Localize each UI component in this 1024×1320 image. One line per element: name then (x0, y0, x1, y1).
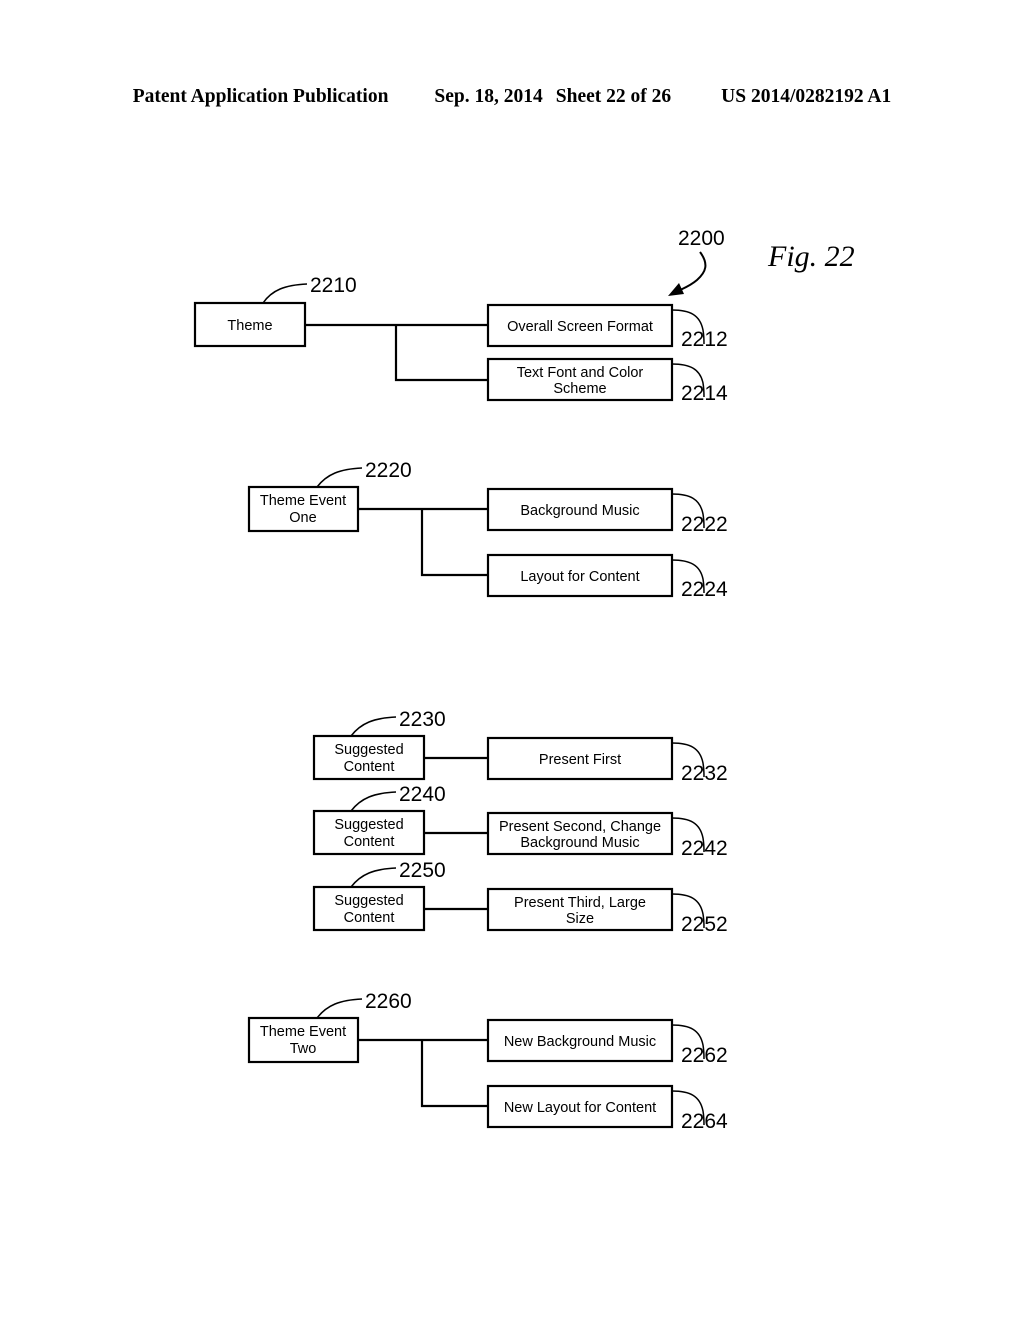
node-present-second[interactable]: Present Second, Change Background Music (486, 811, 674, 856)
ref-number-2262: 2262 (681, 1044, 728, 1067)
group-suggested-content-third: Suggested Content 2250 Present Third, La… (312, 859, 728, 936)
figure-ref-arrow-head (668, 283, 684, 296)
node-suggested-content-third-label-line2: Content (344, 910, 395, 926)
leader-line-2250 (350, 867, 397, 888)
node-suggested-content-first-label-line2: Content (344, 759, 395, 775)
ref-number-2222: 2222 (681, 513, 728, 536)
leader-line-2240 (350, 791, 397, 812)
node-present-second-label-line1: Present Second, Change (499, 819, 661, 835)
group-theme-event-two: Theme Event Two 2260 New Background Musi… (247, 990, 728, 1133)
leader-line-2220 (316, 467, 363, 488)
node-overall-screen-format-label: Overall Screen Format (507, 319, 653, 335)
node-new-background-music[interactable]: New Background Music (486, 1018, 674, 1063)
node-suggested-content-second-label-line1: Suggested (334, 817, 403, 833)
node-suggested-content-first[interactable]: Suggested Content (312, 734, 426, 781)
group-suggested-content-second: Suggested Content 2240 Present Second, C… (312, 783, 728, 860)
node-present-first-label: Present First (539, 752, 621, 768)
leader-line-2210 (262, 283, 308, 304)
patent-figure-22: Fig. 22 2200 Theme 2210 Overall Screen F… (0, 0, 1024, 1320)
figure-ref-arrow-line (677, 251, 707, 292)
ref-number-2252: 2252 (681, 913, 728, 936)
group-theme: Theme 2210 Overall Screen Format 2212 Te… (193, 274, 728, 405)
ref-number-2214: 2214 (681, 382, 728, 405)
ref-number-2210: 2210 (310, 274, 357, 297)
ref-number-2260: 2260 (365, 990, 412, 1013)
node-text-font-and-color-scheme-label-line2: Scheme (553, 381, 606, 397)
node-present-first[interactable]: Present First (486, 736, 674, 781)
node-present-second-label-line2: Background Music (520, 835, 639, 851)
group-theme-event-one: Theme Event One 2220 Background Music 22… (247, 459, 728, 601)
node-suggested-content-first-label-line1: Suggested (334, 742, 403, 758)
node-present-third-label-line2: Size (566, 911, 594, 927)
node-text-font-and-color-scheme-label-line1: Text Font and Color (517, 365, 644, 381)
ref-number-2220: 2220 (365, 459, 412, 482)
connector-theme-to-text-font-color-scheme (394, 325, 488, 382)
node-background-music[interactable]: Background Music (486, 487, 674, 532)
node-new-background-music-label: New Background Music (504, 1034, 656, 1050)
ref-number-2224: 2224 (681, 578, 728, 601)
node-theme-event-one-label-line1: Theme Event (260, 493, 346, 509)
node-suggested-content-second-label-line2: Content (344, 834, 395, 850)
ref-number-2230: 2230 (399, 708, 446, 731)
ref-number-2212: 2212 (681, 328, 728, 351)
node-theme-event-two-label-line1: Theme Event (260, 1024, 346, 1040)
ref-number-2264: 2264 (681, 1110, 728, 1133)
node-overall-screen-format[interactable]: Overall Screen Format (486, 303, 674, 348)
node-present-third[interactable]: Present Third, Large Size (486, 887, 674, 932)
ref-number-2242: 2242 (681, 837, 728, 860)
node-suggested-content-third-label-line1: Suggested (334, 893, 403, 909)
node-suggested-content-second[interactable]: Suggested Content (312, 809, 426, 856)
node-theme-event-one[interactable]: Theme Event One (247, 485, 360, 533)
figure-caption: Fig. 22 (767, 240, 855, 273)
connector-theme-event-one-to-layout-for-content (420, 509, 488, 577)
node-layout-for-content-label: Layout for Content (520, 569, 639, 585)
node-new-layout-for-content-label: New Layout for Content (504, 1100, 656, 1116)
node-theme-event-two-label-line2: Two (290, 1041, 317, 1057)
node-background-music-label: Background Music (520, 503, 639, 519)
ref-number-2250: 2250 (399, 859, 446, 882)
node-theme[interactable]: Theme (193, 301, 307, 348)
group-suggested-content-first: Suggested Content 2230 Present First 223… (312, 708, 728, 785)
node-theme-event-one-label-line2: One (289, 510, 316, 526)
node-new-layout-for-content[interactable]: New Layout for Content (486, 1084, 674, 1129)
ref-number-2232: 2232 (681, 762, 728, 785)
node-suggested-content-third[interactable]: Suggested Content (312, 885, 426, 932)
leader-line-2230 (350, 716, 397, 737)
leader-line-2260 (316, 998, 363, 1019)
connector-theme-event-two-to-new-layout-for-content (420, 1040, 488, 1108)
node-theme-label: Theme (227, 318, 272, 334)
node-present-third-label-line1: Present Third, Large (514, 895, 646, 911)
node-theme-event-two[interactable]: Theme Event Two (247, 1016, 360, 1064)
node-text-font-and-color-scheme[interactable]: Text Font and Color Scheme (486, 357, 674, 402)
ref-number-2200: 2200 (678, 227, 725, 250)
ref-number-2240: 2240 (399, 783, 446, 806)
node-layout-for-content[interactable]: Layout for Content (486, 553, 674, 598)
figure-diagram-canvas: Fig. 22 2200 Theme 2210 Overall Screen F… (193, 227, 855, 1133)
